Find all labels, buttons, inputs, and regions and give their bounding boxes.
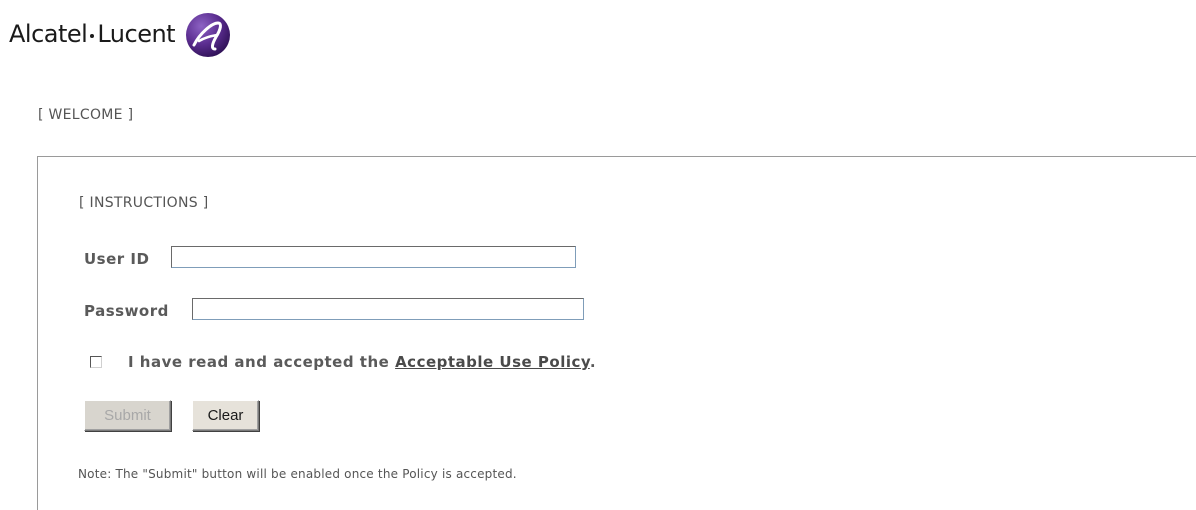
userid-input[interactable] (171, 246, 576, 268)
instructions-link[interactable]: [ INSTRUCTIONS ] (79, 195, 208, 211)
policy-checkbox[interactable] (90, 356, 102, 368)
password-input[interactable] (192, 298, 584, 320)
brand-logo: Alcatel Lucent (9, 10, 232, 58)
clear-button[interactable]: Clear (192, 400, 259, 431)
acceptable-use-policy-link[interactable]: Acceptable Use Policy (395, 353, 590, 371)
login-page: Alcatel Lucent [ WELCOME ] [ INSTRUCTIONS… (0, 0, 1196, 510)
brand-name-part2: Lucent (97, 20, 176, 48)
alcatel-lucent-logo-icon (186, 13, 231, 57)
brand-name-dot (90, 34, 95, 38)
policy-prefix: I have read and accepted the (128, 353, 396, 371)
welcome-heading: [ WELCOME ] (38, 107, 134, 123)
brand-name-part1: Alcatel (9, 20, 88, 48)
brand-name: Alcatel Lucent (9, 11, 176, 57)
userid-label: User ID (84, 250, 150, 268)
policy-statement: I have read and accepted the Acceptable … (128, 353, 596, 371)
login-panel: [ INSTRUCTIONS ] User ID Password I have… (37, 156, 1196, 510)
submit-button[interactable]: Submit (84, 400, 171, 431)
submit-note: Note: The "Submit" button will be enable… (78, 467, 517, 481)
password-label: Password (84, 302, 169, 320)
policy-suffix: . (589, 353, 597, 371)
